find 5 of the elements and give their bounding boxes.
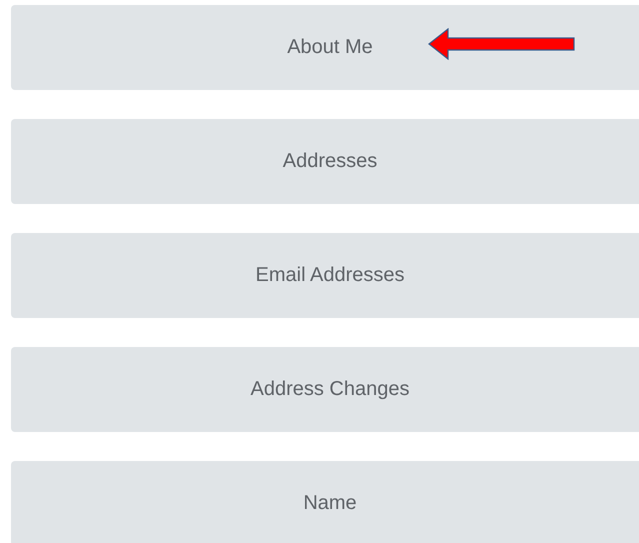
menu-button[interactable]: Name — [11, 461, 639, 543]
menu-button[interactable]: Email Addresses — [11, 233, 639, 318]
menu-button[interactable]: Addresses — [11, 119, 639, 204]
menu-button[interactable]: Address Changes — [11, 347, 639, 432]
menu-button[interactable]: About Me — [11, 5, 639, 90]
